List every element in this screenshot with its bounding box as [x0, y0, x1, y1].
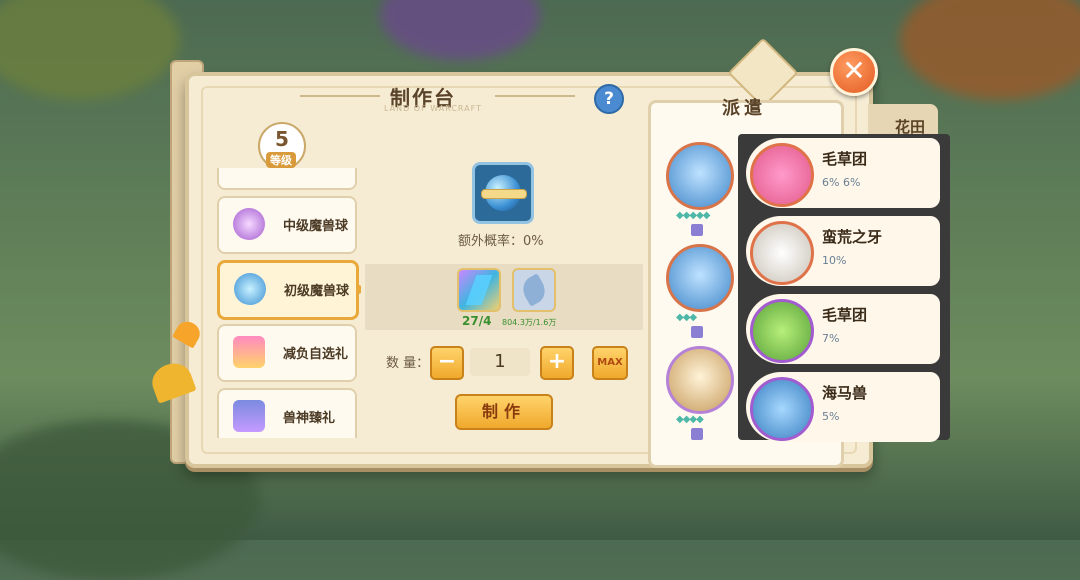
extra-chance: 额外概率：0%	[458, 234, 544, 249]
crystal-icon	[465, 275, 493, 305]
recipe-name: 兽神臻礼	[283, 411, 336, 426]
title-divider	[495, 95, 575, 97]
beast-name: 毛草团	[822, 306, 868, 324]
material-mini-icon	[691, 224, 703, 236]
make-button[interactable]: 制作	[455, 394, 553, 430]
list-item[interactable]	[217, 168, 357, 190]
orb-ring	[481, 189, 527, 199]
dispatch-slot[interactable]	[666, 244, 734, 312]
beast-item[interactable]: 海马兽 5%	[746, 372, 940, 442]
beast-stats: 7%	[822, 332, 840, 345]
dispatch-slot[interactable]	[666, 142, 734, 210]
selected-arrow-icon: ▶	[357, 281, 361, 297]
beast-name: 海马兽	[822, 384, 868, 402]
basic-orb-icon	[234, 273, 266, 305]
recipe-name: 初级魔兽球	[284, 284, 350, 299]
star-dots-icon: ◆◆◆	[676, 312, 697, 323]
dispatch-slot[interactable]	[666, 346, 734, 414]
beast-avatar	[750, 143, 814, 207]
quantity-input[interactable]: 1	[470, 348, 530, 376]
plus-button[interactable]: +	[540, 346, 574, 380]
background-tree	[380, 0, 540, 60]
quantity-label: 数 量：	[386, 356, 430, 371]
title-divider	[300, 95, 380, 97]
material-mini-icon	[691, 428, 703, 440]
beast-stats: 10%	[822, 254, 847, 267]
product-slot[interactable]	[472, 162, 534, 224]
recipe-name: 减负自选礼	[283, 347, 349, 362]
star-dots-icon: ◆◆◆◆	[676, 414, 704, 425]
beast-stats: 5%	[822, 410, 840, 423]
max-button[interactable]: MAX	[592, 346, 628, 380]
recipe-name: 中级魔兽球	[283, 219, 349, 234]
star-dots-icon: ◆◆◆◆◆	[676, 210, 710, 221]
material-count: 804.3万/1.6万	[502, 318, 557, 327]
level-badge: 5 等级	[258, 122, 306, 170]
minus-button[interactable]: −	[430, 346, 464, 380]
beast-item[interactable]: 毛草团 6% 6%	[746, 138, 940, 208]
material-leaf[interactable]	[512, 268, 556, 312]
mid-orb-icon	[233, 208, 265, 240]
leaf-icon	[517, 273, 551, 307]
close-button[interactable]: ✕	[830, 48, 878, 96]
recipe-item-gift[interactable]: 减负自选礼	[217, 324, 357, 382]
material-crystal[interactable]	[457, 268, 501, 312]
beast-name: 蛮荒之牙	[822, 228, 883, 246]
material-count: 27/4	[462, 314, 492, 328]
level-label: 等级	[266, 152, 296, 168]
beast-item[interactable]: 毛草团 7%	[746, 294, 940, 364]
background-tree	[900, 0, 1080, 100]
dispatch-title: 派遣	[722, 98, 766, 119]
help-icon[interactable]: ?	[594, 84, 624, 114]
recipe-list[interactable]: 中级魔兽球 初级魔兽球 ▶ 减负自选礼 兽神臻礼	[213, 168, 361, 438]
material-mini-icon	[691, 326, 703, 338]
treasure-chest-icon	[233, 400, 265, 432]
level-value: 5	[275, 127, 289, 151]
recipe-item-chest[interactable]: 兽神臻礼	[217, 388, 357, 438]
beast-avatar	[750, 221, 814, 285]
beast-stats: 6% 6%	[822, 176, 861, 189]
beast-avatar	[750, 377, 814, 441]
beast-avatar	[750, 299, 814, 363]
recipe-item-mid-orb[interactable]: 中级魔兽球	[217, 196, 357, 254]
beast-name: 毛草团	[822, 150, 868, 168]
page-subtitle: LAND OF WARCRAFT	[384, 104, 482, 113]
background-tree	[0, 0, 180, 100]
beast-item[interactable]: 蛮荒之牙 10%	[746, 216, 940, 286]
gift-box-icon	[233, 336, 265, 368]
recipe-item-basic-orb[interactable]: 初级魔兽球 ▶	[217, 260, 361, 320]
